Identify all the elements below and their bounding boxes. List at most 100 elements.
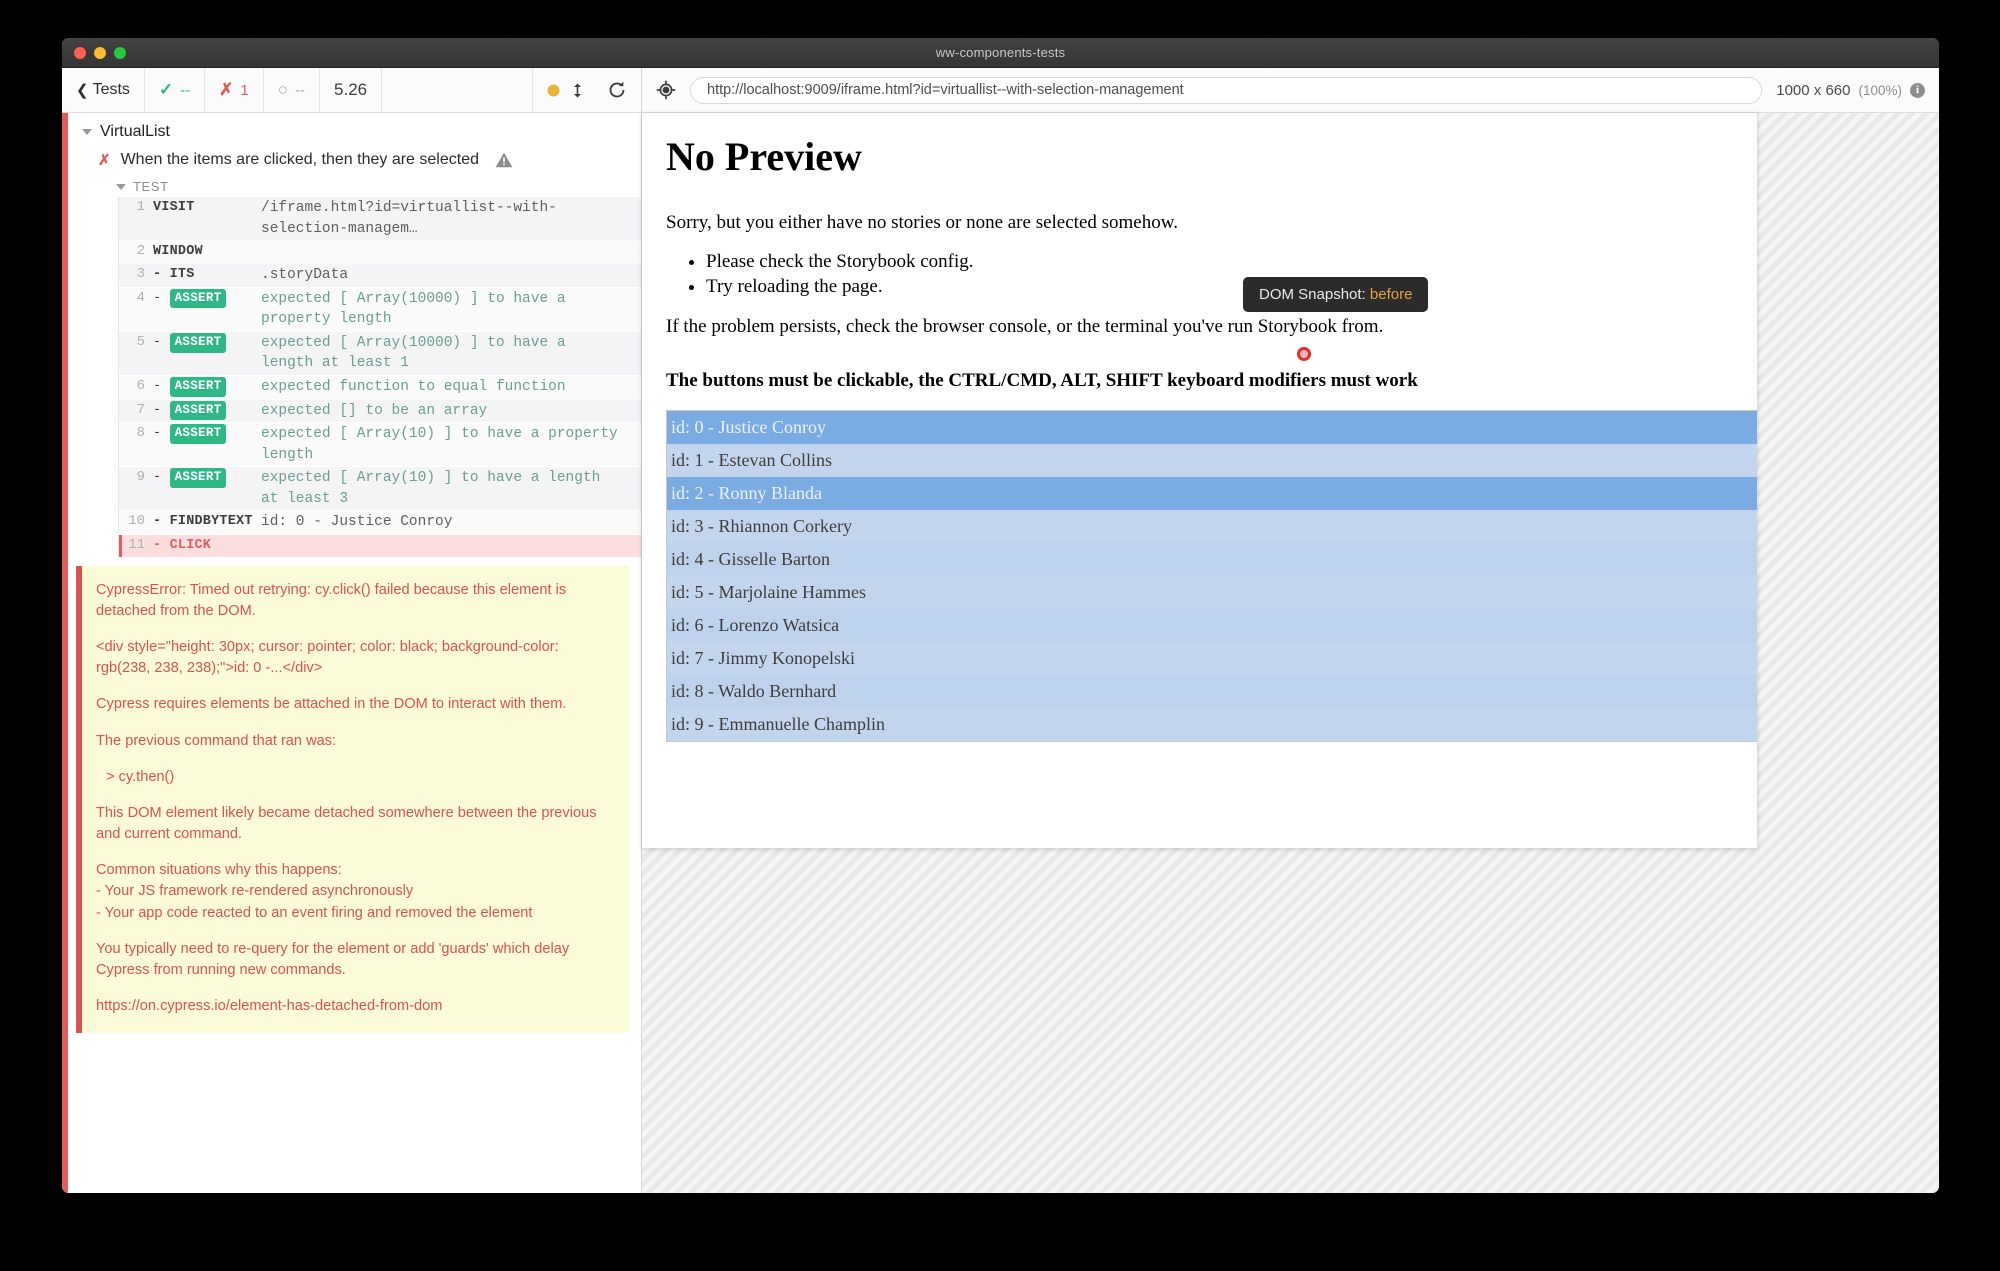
dom-snapshot-value: before bbox=[1369, 286, 1413, 303]
command-row[interactable]: 8 - ASSERT expected [ Array(10) ] to have … bbox=[119, 423, 641, 468]
command-name: - ASSERT bbox=[153, 332, 261, 353]
aut-intro: Sorry, but you either have no stories or… bbox=[666, 212, 1178, 233]
virtual-list-item[interactable]: id: 3 - Rhiannon Corkery bbox=[667, 510, 1757, 544]
command-row[interactable]: 11 - CLICK bbox=[119, 534, 641, 558]
command-row[interactable]: 6 - ASSERT expected function to equal func… bbox=[119, 375, 641, 400]
back-to-tests-label: Tests bbox=[92, 81, 130, 98]
virtual-list-item[interactable]: id: 5 - Marjolaine Hammes bbox=[667, 576, 1757, 610]
viewport-info: 1000 x 660 (100%) i bbox=[1776, 82, 1925, 99]
window-titlebar: ww-components-tests bbox=[62, 38, 1939, 68]
virtual-list-item[interactable]: id: 1 - Estevan Collins bbox=[667, 444, 1757, 478]
command-message: expected [ Array(10) ] to have a length … bbox=[261, 470, 601, 507]
command-name: - ASSERT bbox=[153, 400, 261, 421]
aut-instruction: The buttons must be clickable, the CTRL/… bbox=[666, 370, 1418, 392]
virtual-list-item[interactable]: id: 8 - Waldo Bernhard bbox=[667, 675, 1757, 709]
preview-panel: http://localhost:9009/iframe.html?id=vir… bbox=[642, 68, 1939, 1193]
command-name: VISIT bbox=[153, 200, 195, 215]
restart-tests-button[interactable] bbox=[597, 68, 641, 112]
error-line-5: > cy.then() bbox=[106, 768, 175, 785]
virtual-list-item[interactable]: id: 0 - Justice Conroy bbox=[667, 411, 1757, 445]
url-bar: http://localhost:9009/iframe.html?id=vir… bbox=[642, 68, 1939, 113]
app-under-test-frame: No Preview Sorry, but you either have no… bbox=[642, 113, 1757, 848]
aut-bullet-list: Please check the Storybook config. Try re… bbox=[706, 251, 1733, 298]
error-line-4: The previous command that ran was: bbox=[96, 732, 337, 749]
suite-title[interactable]: VirtualList bbox=[68, 113, 641, 147]
dom-snapshot-label: DOM Snapshot: bbox=[1259, 286, 1366, 303]
app-window: ww-components-tests ❮ Tests ✓ -- ✗ 1 ○ -… bbox=[62, 38, 1939, 1193]
command-message: expected [ Array(10000) ] to have a prop… bbox=[261, 290, 566, 328]
command-row[interactable]: 7 - ASSERT expected [] to be an array bbox=[119, 399, 641, 424]
stat-failed-count: 1 bbox=[240, 81, 249, 99]
command-row[interactable]: 4 - ASSERT expected [ Array(10000) ] to ha… bbox=[119, 287, 641, 332]
command-message: expected function to equal function bbox=[261, 378, 566, 395]
command-row[interactable]: 9 - ASSERT expected [ Array(10) ] to have … bbox=[119, 467, 641, 512]
command-message: expected [ Array(10) ] to have a propert… bbox=[261, 426, 618, 463]
minimize-window-button[interactable] bbox=[94, 46, 106, 59]
error-line-1: CypressError: Timed out retrying: cy.cli… bbox=[96, 581, 567, 619]
error-message-box: CypressError: Timed out retrying: cy.cli… bbox=[76, 565, 629, 1034]
error-line-7: Common situations why this happens: - Yo… bbox=[96, 862, 533, 921]
chevron-left-icon: ❮ bbox=[76, 82, 89, 99]
command-message: /iframe.html?id=virtuallist--with-select… bbox=[261, 200, 557, 237]
command-name: - FINDBYTEXT bbox=[153, 514, 253, 530]
virtual-list-item[interactable]: id: 2 - Ronny Blanda bbox=[667, 477, 1757, 511]
command-row[interactable]: 3 - ITS .storyData bbox=[119, 264, 641, 288]
refresh-icon bbox=[607, 80, 627, 100]
reporter-controls bbox=[533, 68, 597, 112]
command-number: 11 bbox=[128, 536, 145, 553]
command-message: expected [ Array(10000) ] to have a leng… bbox=[261, 334, 566, 372]
command-name: - ASSERT bbox=[153, 376, 261, 397]
command-number: 10 bbox=[128, 513, 145, 530]
url-input[interactable]: http://localhost:9009/iframe.html?id=vir… bbox=[690, 76, 1763, 104]
command-row[interactable]: 2 WINDOW bbox=[119, 241, 641, 265]
maximize-window-button[interactable] bbox=[114, 46, 126, 59]
hooks-container: TEST 1 VISIT/iframe.html?id=virtuallist--… bbox=[68, 173, 641, 558]
command-name: WINDOW bbox=[153, 244, 203, 260]
stat-passed-count: -- bbox=[180, 81, 191, 99]
back-to-tests-button[interactable]: ❮ Tests bbox=[62, 68, 145, 112]
command-number: 1 bbox=[136, 199, 145, 215]
stat-failed: ✗ 1 bbox=[205, 68, 264, 112]
window-title: ww-components-tests bbox=[935, 45, 1066, 60]
command-name: - ASSERT bbox=[153, 288, 261, 309]
reporter-header: ❮ Tests ✓ -- ✗ 1 ○ -- 5.26 bbox=[62, 68, 641, 113]
reporter-header-spacer bbox=[382, 68, 533, 112]
command-number: 4 bbox=[136, 289, 145, 306]
virtual-list-item[interactable]: id: 4 - Gisselle Barton bbox=[667, 543, 1757, 577]
command-row[interactable]: 10 - FINDBYTEXT id: 0 - Justice Conroy bbox=[119, 511, 641, 535]
stat-pending-count: -- bbox=[295, 81, 306, 99]
main-split: ❮ Tests ✓ -- ✗ 1 ○ -- 5.26 VirtualList ✗… bbox=[62, 68, 1939, 1193]
info-icon[interactable]: i bbox=[1910, 82, 1925, 98]
next-step-icon[interactable] bbox=[572, 82, 583, 99]
command-number: 2 bbox=[136, 243, 145, 260]
preview-area: No Preview Sorry, but you either have no… bbox=[642, 113, 1939, 1193]
test-title-row[interactable]: ✗ When the items are clicked, then they … bbox=[68, 147, 641, 173]
virtual-list-item[interactable]: id: 7 - Jimmy Konopelski bbox=[667, 642, 1757, 676]
command-number: 9 bbox=[136, 469, 145, 486]
selector-playground-icon[interactable] bbox=[656, 80, 676, 100]
paused-dot-icon bbox=[547, 84, 560, 97]
click-position-marker bbox=[1297, 347, 1311, 361]
run-duration: 5.26 bbox=[320, 68, 383, 112]
hook-label-row[interactable]: TEST bbox=[116, 173, 641, 197]
close-window-button[interactable] bbox=[74, 46, 86, 59]
viewport-size: 1000 x 660 bbox=[1776, 81, 1851, 99]
stat-passed: ✓ -- bbox=[145, 68, 206, 112]
test-reporter-panel: ❮ Tests ✓ -- ✗ 1 ○ -- 5.26 VirtualList ✗… bbox=[62, 68, 642, 1193]
test-name: When the items are clicked, then they ar… bbox=[120, 151, 479, 168]
aut-footnote: If the problem persists, check the brows… bbox=[666, 315, 1384, 337]
error-line-2: <div style="height: 30px; cursor: pointe… bbox=[96, 639, 559, 677]
virtual-list-item[interactable]: id: 9 - Emmanuelle Champlin bbox=[667, 708, 1757, 742]
command-list: 1 VISIT/iframe.html?id=virtuallist--with-… bbox=[118, 197, 641, 558]
command-row[interactable]: 1 VISIT/iframe.html?id=virtuallist--with-… bbox=[119, 197, 641, 242]
error-docs-link[interactable]: https://on.cypress.io/element-has-detach… bbox=[96, 998, 442, 1014]
command-number: 3 bbox=[136, 266, 145, 283]
aut-content: No Preview Sorry, but you either have no… bbox=[642, 113, 1757, 762]
command-row[interactable]: 5 - ASSERT expected [ Array(10000) ] to ha… bbox=[119, 331, 641, 376]
virtual-list-item[interactable]: id: 6 - Lorenzo Watsica bbox=[667, 609, 1757, 643]
chevron-down-icon bbox=[82, 129, 92, 135]
command-number: 8 bbox=[136, 425, 145, 442]
viewport-scale: (100%) bbox=[1858, 82, 1902, 98]
command-number: 6 bbox=[136, 377, 145, 394]
check-icon: ✓ bbox=[158, 80, 174, 99]
